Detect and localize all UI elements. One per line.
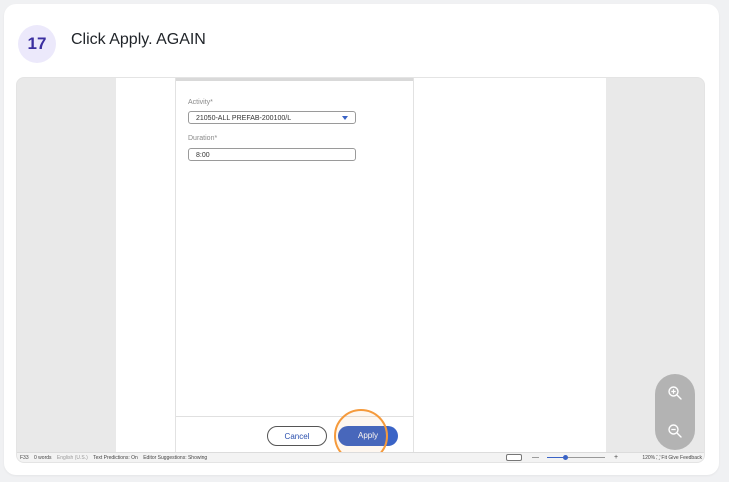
- footer-divider: [176, 416, 413, 417]
- apply-button[interactable]: Apply: [338, 426, 398, 446]
- duration-input[interactable]: 8:00: [188, 148, 356, 161]
- panel-top-border: [176, 78, 413, 81]
- give-feedback-link[interactable]: Give Feedback: [668, 455, 702, 461]
- print-layout-view-icon[interactable]: [506, 454, 522, 461]
- page-indicator[interactable]: F33: [20, 455, 29, 461]
- fit-button[interactable]: Fit: [661, 455, 667, 461]
- step-instruction: Click Apply. AGAIN: [71, 31, 206, 48]
- zoom-slider-thumb[interactable]: [563, 455, 568, 460]
- zoom-out-button[interactable]: —: [532, 453, 539, 462]
- duration-label: Duration*: [188, 135, 218, 142]
- image-zoom-controls: [655, 374, 695, 450]
- fit-icon: ⛶: [656, 455, 661, 461]
- zoom-out-control[interactable]: [655, 412, 695, 450]
- zoom-in-icon: [668, 386, 682, 400]
- zoom-out-icon: [668, 424, 682, 438]
- zoom-level[interactable]: 120%: [642, 455, 655, 461]
- cancel-button[interactable]: Cancel: [267, 426, 327, 446]
- language-indicator[interactable]: English (U.S.): [57, 455, 88, 461]
- activity-label: Activity*: [188, 99, 213, 106]
- step-card: 17 Click Apply. AGAIN Activity* 21050-AL…: [4, 4, 719, 475]
- word-count[interactable]: 0 words: [34, 455, 52, 461]
- text-predictions-status[interactable]: Text Predictions: On: [93, 455, 138, 461]
- document-page: Activity* 21050-ALL PREFAB-200100/L Dura…: [116, 78, 606, 462]
- zoom-in-button[interactable]: +: [614, 453, 618, 462]
- word-status-bar: F33 0 words English (U.S.) Text Predicti…: [17, 452, 704, 462]
- zoom-slider-fill: [547, 457, 565, 458]
- activity-select[interactable]: 21050-ALL PREFAB-200100/L: [188, 111, 356, 124]
- chevron-down-icon: [342, 116, 348, 120]
- zoom-in-control[interactable]: [655, 374, 695, 412]
- step-number-badge: 17: [18, 25, 56, 63]
- activity-value: 21050-ALL PREFAB-200100/L: [196, 115, 292, 122]
- screenshot-area: Activity* 21050-ALL PREFAB-200100/L Dura…: [16, 77, 705, 463]
- duration-value: 8:00: [196, 152, 210, 159]
- editor-suggestions-status[interactable]: Editor Suggestions: Showing: [143, 455, 207, 461]
- entry-form-panel: Activity* 21050-ALL PREFAB-200100/L Dura…: [175, 78, 414, 462]
